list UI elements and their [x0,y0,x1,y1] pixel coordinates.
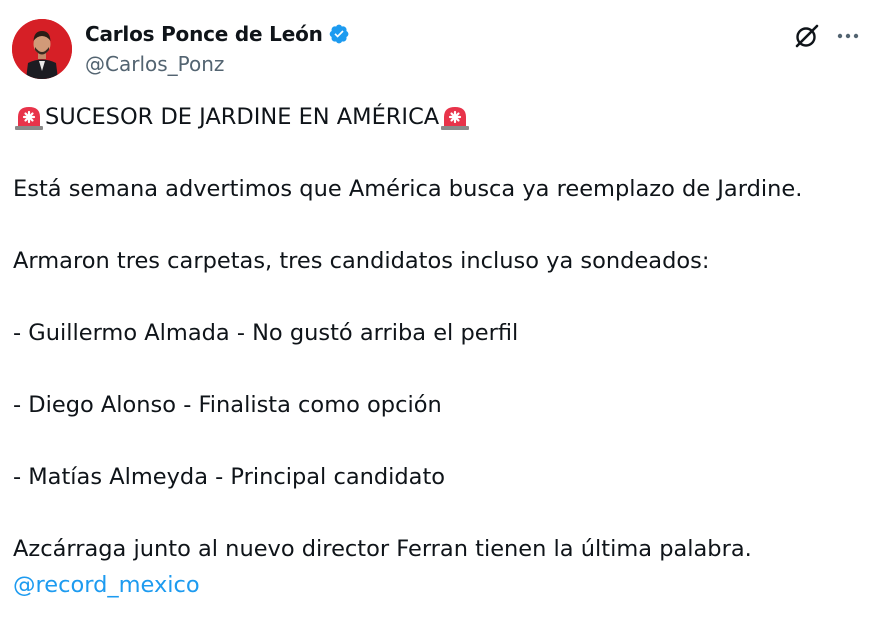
mention-link[interactable]: @record_mexico [13,567,200,603]
tweet-line: Está semana advertimos que América busca… [13,176,803,202]
tweet-headline: SUCESOR DE JARDINE EN AMÉRICA [45,104,440,130]
grok-icon[interactable] [793,22,821,50]
siren-emoji-icon [15,107,43,130]
tweet-text: SUCESOR DE JARDINE EN AMÉRICA Está seman… [13,99,883,603]
mention-line: @record_mexico [13,567,883,603]
siren-emoji-icon [441,107,470,130]
avatar-photo [12,19,72,79]
user-handle[interactable]: @Carlos_Ponz [85,52,350,76]
tweet-card: Carlos Ponce de León @Carlos_Ponz SUCESO… [0,0,896,618]
candidate-line: - Matías Almeyda - Principal candidato [13,464,446,490]
display-name[interactable]: Carlos Ponce de León [85,22,323,46]
candidate-line: - Diego Alonso - Finalista como opción [13,392,442,418]
tweet-line: Armaron tres carpetas, tres candidatos i… [13,248,710,274]
tweet-headline-line: SUCESOR DE JARDINE EN AMÉRICA [13,99,883,135]
more-dots-icon[interactable] [834,22,862,50]
name-row: Carlos Ponce de León [85,21,350,47]
verified-badge-icon [329,24,349,44]
author-block: Carlos Ponce de León @Carlos_Ponz [85,21,350,76]
candidate-line: - Guillermo Almada - No gustó arriba el … [13,320,519,346]
avatar[interactable] [12,19,72,79]
tweet-line: Azcárraga junto al nuevo director Ferran… [13,536,752,562]
